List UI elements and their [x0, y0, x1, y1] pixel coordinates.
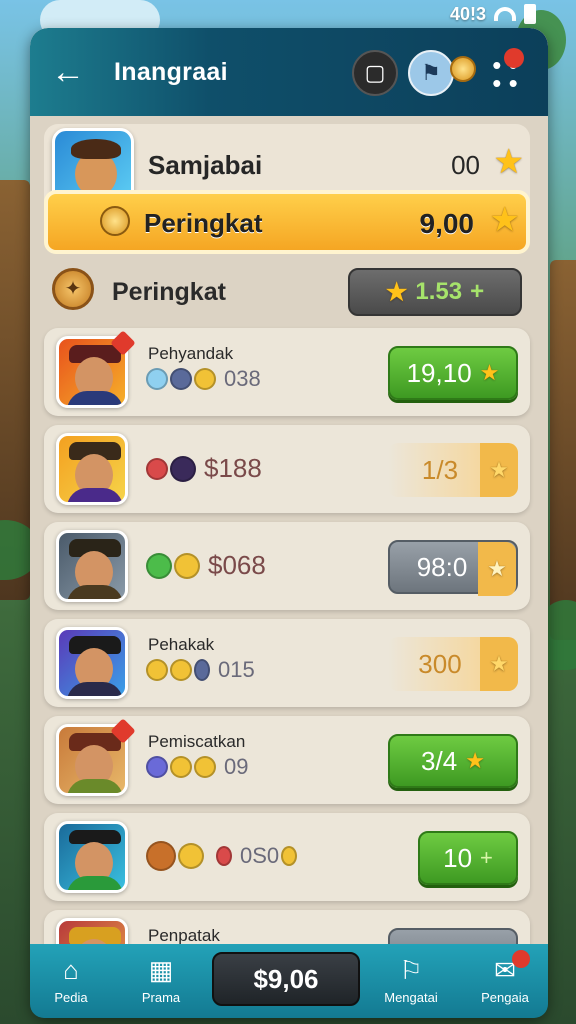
map-icon[interactable]: ⚑ — [408, 50, 454, 96]
row-score: 300 — [418, 648, 462, 679]
notification-dot — [512, 950, 530, 968]
map-icon: ⚐ — [399, 955, 423, 985]
leaderboard-row[interactable]: Pehyandak 038 19,10 ★ — [44, 328, 530, 416]
row-items: 038 — [146, 366, 261, 392]
home-icon: ⌂ — [63, 955, 79, 985]
player-profile-card: Samjabai 00 ★ Peringkat 9,00 ★ — [44, 124, 530, 254]
row-score: 19,10 — [406, 357, 472, 388]
row-avatar — [56, 821, 128, 893]
row-amount: 015 — [218, 657, 255, 682]
currency-balance[interactable]: $9,06 — [212, 952, 360, 1006]
row-items: 09 — [146, 754, 248, 780]
row-amount: 09 — [224, 754, 249, 779]
row-amount: 0S0 — [240, 843, 280, 868]
row-score: 98:0 — [416, 551, 468, 582]
status-time: 40!3 — [449, 3, 486, 24]
leaderboard-row[interactable]: $188 1/3 ★ — [44, 425, 530, 513]
star-icon: ★ — [479, 360, 500, 385]
total-stars-value: 1.53 — [415, 278, 463, 305]
leaderboard-row[interactable]: Pemiscatkan 09 3/4 ★ — [44, 716, 530, 804]
rank-label: Peringkat — [144, 208, 263, 238]
row-score-button[interactable]: 300 ★ — [388, 637, 518, 691]
page-title: Inangraai — [114, 58, 228, 86]
star-icon: ★ — [465, 748, 485, 773]
player-score: 00 — [451, 150, 480, 180]
medal-icon: ✦ — [52, 268, 94, 310]
row-items: 015 — [146, 657, 255, 683]
star-icon: ★ — [385, 278, 408, 306]
row-score-button[interactable]: 3/4 ★ — [388, 734, 518, 788]
row-items: $068 — [146, 550, 266, 581]
row-amount: $188 — [204, 453, 262, 483]
row-amount: $068 — [208, 550, 266, 580]
row-score-button[interactable]: 98:0 ★ — [388, 540, 518, 596]
notification-badge — [504, 48, 524, 68]
leaderboard-row[interactable]: $068 98:0 ★ — [44, 522, 530, 610]
row-score: 1/3 — [421, 454, 459, 485]
row-player-name: Penpatak — [148, 926, 220, 945]
nav-map[interactable]: ⚐ Mengatai — [376, 950, 446, 1014]
nav-shop[interactable]: ▦ Prama — [126, 950, 196, 1014]
player-rank-bar: Peringkat 9,00 ★ — [44, 190, 530, 254]
row-score-button[interactable]: 10 + — [418, 831, 518, 885]
chest-icon[interactable]: ▢ — [352, 50, 398, 96]
row-score: 10 — [443, 842, 473, 873]
row-avatar — [56, 627, 128, 699]
nav-label: Mengatai — [384, 990, 438, 1005]
player-name: Samjabai — [148, 150, 263, 180]
row-score-button[interactable]: 1/3 ★ — [388, 443, 518, 497]
nav-label: Pedia — [54, 990, 88, 1005]
row-player-name: Pehakak — [148, 635, 215, 654]
status-bar: 40!3 — [450, 2, 536, 26]
rank-score: 9,00 — [419, 208, 475, 239]
row-score-button[interactable]: 19,10 ★ — [388, 346, 518, 400]
row-items: $188 — [146, 453, 262, 484]
row-player-name: Pehyandak — [148, 344, 234, 363]
leaderboard-row[interactable]: Pehakak 015 300 ★ — [44, 619, 530, 707]
nav-home[interactable]: ⌂ Pedia — [36, 950, 106, 1014]
total-stars-pill[interactable]: ★ 1.53 + — [348, 268, 522, 316]
star-icon: ★ — [487, 556, 507, 581]
row-score: 3/4 — [421, 745, 458, 776]
bottom-nav: ⌂ Pedia ▦ Prama $9,06 ⚐ Mengatai ✉ Penga… — [30, 944, 548, 1018]
leaderboard-row[interactable]: 0S0 10 + — [44, 813, 530, 901]
row-amount: 038 — [224, 366, 261, 391]
row-avatar — [56, 433, 128, 505]
plus-icon: + — [470, 278, 485, 305]
star-icon: ★ — [493, 143, 524, 181]
nav-label: Prama — [141, 990, 181, 1005]
shop-icon: ▦ — [148, 955, 174, 985]
row-items: 0S0 — [146, 841, 298, 871]
star-icon: ★ — [489, 457, 509, 482]
row-player-name: Pemiscatkan — [148, 732, 246, 751]
wifi-icon — [494, 7, 516, 21]
nav-label: Pengaia — [481, 990, 529, 1005]
header-bar: ← Inangraai ▢ ⚑ • • • • — [30, 28, 548, 116]
battery-icon — [524, 4, 536, 24]
row-avatar — [56, 530, 128, 602]
back-arrow-icon[interactable]: ← — [48, 52, 88, 92]
star-icon: ★ — [489, 651, 509, 676]
leaderboard-panel: ← Inangraai ▢ ⚑ • • • • Samjabai 00 ★ Per… — [30, 28, 548, 1018]
coin-icon — [450, 56, 476, 82]
coin-icon — [100, 206, 130, 236]
plus-icon: + — [480, 845, 493, 870]
section-title: Peringkat — [112, 278, 226, 306]
star-icon: ★ — [489, 201, 520, 239]
